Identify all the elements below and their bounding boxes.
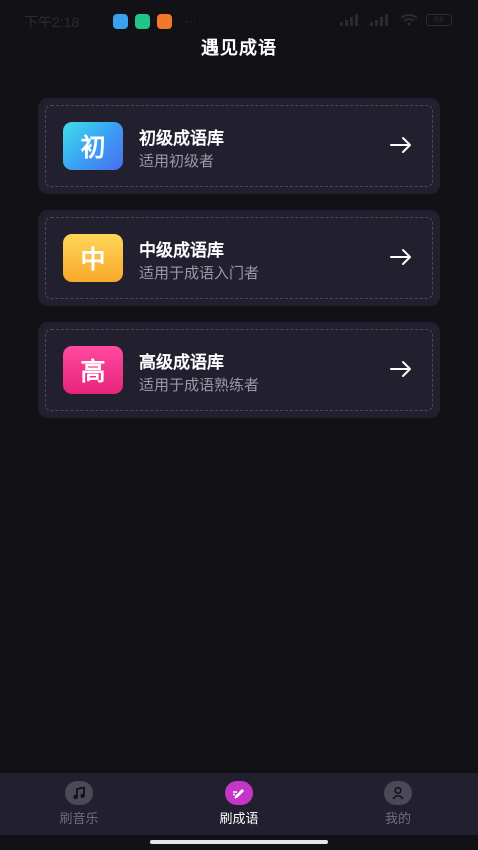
music-note-icon — [65, 781, 93, 805]
tab-label: 刷成语 — [219, 812, 259, 827]
idiom-library-card-intermediate[interactable]: 中 中级成语库 适用于成语入门者 — [38, 210, 440, 306]
notification-app-icon — [135, 14, 150, 29]
card-title: 高级成语库 — [139, 353, 224, 373]
card-title: 初级成语库 — [139, 129, 224, 149]
tab-mine[interactable]: 我的 — [358, 781, 438, 827]
status-time: 下午2:18 — [24, 14, 80, 30]
page-title: 遇见成语 — [201, 38, 277, 59]
signal-icon — [370, 14, 392, 26]
status-more-indicator: ··· — [185, 14, 197, 29]
arrow-right-icon[interactable] — [390, 360, 412, 378]
card-title: 中级成语库 — [139, 241, 224, 261]
bottom-tab-bar: 刷音乐 刷成语 我的 — [0, 773, 478, 835]
pencil-icon — [225, 781, 253, 805]
home-indicator[interactable] — [150, 840, 328, 844]
app-screen: 下午2:18 ··· 66 遇见成语 初 初级成语库 适用初级者 中 中级成语库… — [0, 0, 478, 850]
arrow-right-icon[interactable] — [390, 248, 412, 266]
battery-icon: 66 — [426, 14, 452, 26]
tab-idioms[interactable]: 刷成语 — [199, 781, 279, 827]
card-subtitle: 适用于成语熟练者 — [139, 376, 260, 394]
card-subtitle: 适用初级者 — [139, 152, 215, 170]
level-badge: 中 — [63, 234, 123, 282]
wifi-icon — [400, 14, 418, 26]
notification-app-icon — [113, 14, 128, 29]
status-indicators: 66 — [340, 14, 452, 26]
card-subtitle: 适用于成语入门者 — [139, 264, 260, 282]
arrow-right-icon[interactable] — [390, 136, 412, 154]
signal-icon — [340, 14, 362, 26]
idiom-library-card-beginner[interactable]: 初 初级成语库 适用初级者 — [38, 98, 440, 194]
notification-app-icon — [157, 14, 172, 29]
tab-music[interactable]: 刷音乐 — [39, 781, 119, 827]
level-badge: 高 — [63, 346, 123, 394]
user-icon — [384, 781, 412, 805]
tab-label: 我的 — [384, 812, 411, 827]
tab-label: 刷音乐 — [59, 812, 99, 827]
status-app-icons: ··· — [113, 14, 196, 29]
idiom-library-card-advanced[interactable]: 高 高级成语库 适用于成语熟练者 — [38, 322, 440, 418]
level-badge: 初 — [63, 122, 123, 170]
